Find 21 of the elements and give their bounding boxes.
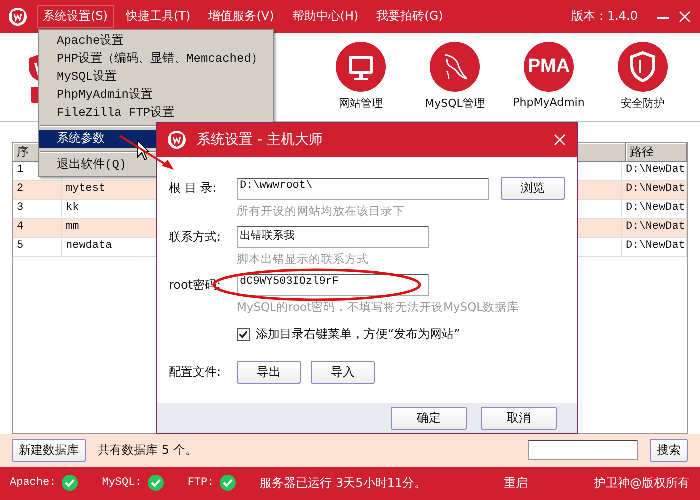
field-hint: 所有开设的网站均放在该目录下 [236,204,406,220]
field-label: 配置文件: [169,364,222,381]
database-count: 共有数据库 5 个。 [98,442,198,459]
table-cell: D:\NewDat [622,180,687,199]
table-cell: 4 [13,218,62,237]
table-cell: D:\NewDat [622,200,687,218]
service-label: Apache: [10,477,56,490]
table-cell: D:\NewDat [622,218,687,237]
table-cell: D:\NewDat [622,162,687,180]
field-hint: MySQL的root密码，不填写将无法开设MySQL数据库 [236,300,520,316]
table-cell: D:\NewDat [622,238,687,256]
field-label: 根 目 录: [169,180,218,197]
table-cell: 3 [13,200,62,218]
table-cell: 5 [13,238,62,256]
dialog-title: 系统设置 - 主机大师 [197,131,323,149]
uptime-text: 服务器已运行 3天5小时11分。 [260,474,427,492]
service-label: MySQL: [102,477,142,490]
service-label: FTP: [188,477,214,490]
copyright-text: 护卫神@版权所有 [594,474,690,492]
table-cell: 2 [13,180,62,199]
version-label: 版本：1.4.0 [571,8,638,26]
